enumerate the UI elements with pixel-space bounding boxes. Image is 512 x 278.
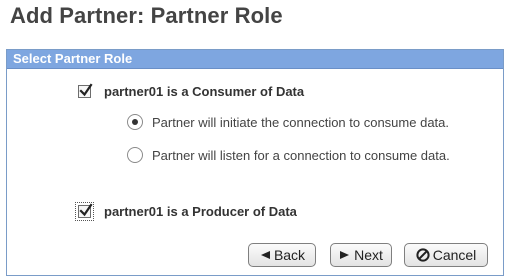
- producer-role-row: partner01 is a Producer of Data: [75, 202, 297, 221]
- consumer-role-checkbox[interactable]: [78, 83, 93, 98]
- checkmark-icon: [79, 83, 93, 97]
- cancel-icon: [416, 248, 430, 262]
- cancel-button[interactable]: Cancel: [404, 243, 488, 267]
- initiate-connection-radio[interactable]: [127, 114, 143, 130]
- chevron-left-icon: [259, 250, 271, 260]
- consumer-role-label: partner01 is a Consumer of Data: [104, 84, 305, 99]
- back-button-label: Back: [273, 247, 306, 263]
- chevron-right-icon: [339, 250, 351, 260]
- initiate-connection-label: Partner will initiate the connection to …: [152, 114, 450, 130]
- cancel-button-label: Cancel: [432, 247, 477, 263]
- consumer-role-row: partner01 is a Consumer of Data: [78, 83, 305, 99]
- listen-connection-option: Partner will listen for a connection to …: [127, 147, 450, 163]
- panel-header: Select Partner Role: [7, 50, 503, 69]
- checkmark-icon: [79, 203, 93, 217]
- page-title: Add Partner: Partner Role: [10, 3, 283, 28]
- next-button[interactable]: Next: [330, 243, 392, 267]
- listen-connection-label: Partner will listen for a connection to …: [152, 147, 450, 163]
- producer-role-checkbox[interactable]: [75, 202, 94, 221]
- producer-role-label: partner01 is a Producer of Data: [104, 204, 297, 219]
- next-button-label: Next: [354, 247, 383, 263]
- initiate-connection-option: Partner will initiate the connection to …: [127, 114, 449, 130]
- back-button[interactable]: Back: [248, 243, 316, 267]
- listen-connection-radio[interactable]: [127, 147, 143, 163]
